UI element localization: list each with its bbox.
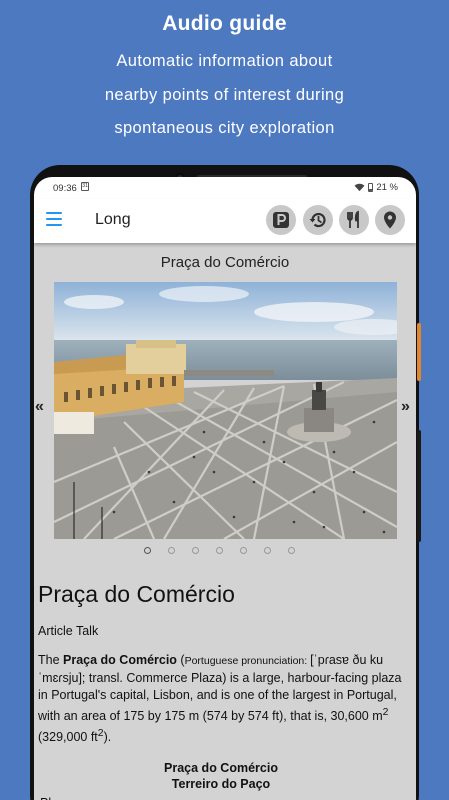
promo-line-2: nearby points of interest during [104,86,345,104]
place-photo[interactable] [54,282,397,539]
carousel-next-button[interactable]: » [401,398,410,416]
carousel-dot[interactable] [240,547,247,554]
promo-line-1: Automatic information about [116,52,333,70]
intro-paren: ( [176,653,185,667]
carousel-indicators [144,547,295,554]
parking-icon [273,212,289,228]
promo-line-3: spontaneous city exploration [114,119,335,137]
battery-icon [368,183,374,192]
carousel-dot[interactable] [216,547,223,554]
location-pin-icon [384,211,396,229]
app-bar: Long [34,199,416,243]
carousel-dot[interactable] [192,547,199,554]
parking-button[interactable] [266,205,296,235]
app-title: Long [95,211,131,228]
pronunciation-label[interactable]: Portuguese pronunciation: [185,655,311,667]
praca-do-comercio-photo [54,282,397,539]
power-button [417,430,421,542]
article-intro: The Praça do Comércio (Portuguese pronun… [38,652,404,746]
status-time: 09:36 [53,183,77,194]
intro-text-end: ). [103,730,112,745]
infobox-alt-name: Terreiro do Paço [171,777,271,792]
status-icons: 21 % [354,182,398,193]
place-heading: Praça do Comércio [160,254,290,271]
carousel-dot[interactable] [168,547,175,554]
article-title: Praça do Comércio [38,581,235,607]
history-button[interactable] [303,205,333,235]
location-button[interactable] [375,205,405,235]
infobox-name: Praça do Comércio [164,761,278,776]
article: Praça do Comércio Article Talk The Praça… [38,581,404,800]
infobox-title: Praça do Comércio Terreiro do Paço [38,760,404,792]
intro-text-mid: (329,000 ft [38,730,98,745]
history-icon [309,212,326,228]
side-button [417,323,421,381]
main-content: Praça do Comércio « » Praça do Comércio … [34,243,416,800]
carousel-dot[interactable] [288,547,295,554]
restaurant-button[interactable] [339,205,369,235]
battery-level: 21 % [376,182,398,193]
intro-text: ; transl. Commerce Plaza) is a large, ha… [38,671,402,724]
calendar-icon: 31 [81,182,89,191]
carousel-dot[interactable] [144,547,151,554]
menu-icon[interactable] [46,212,62,228]
restaurant-icon [347,210,359,228]
superscript: 2 [382,707,389,718]
infobox-type: Plaza [40,796,404,800]
carousel-prev-button[interactable]: « [35,398,44,416]
intro-bold-name: Praça do Comércio [63,653,177,667]
carousel-dot[interactable] [264,547,271,554]
phone-screen: 09:36 31 21 % Long Praça do Comércio « »… [34,177,416,800]
intro-prefix: The [38,653,64,667]
article-tabs[interactable]: Article Talk [38,624,404,638]
wifi-icon [354,183,365,192]
promo-title: Audio guide [162,12,287,35]
status-bar: 09:36 31 21 % [34,177,416,199]
